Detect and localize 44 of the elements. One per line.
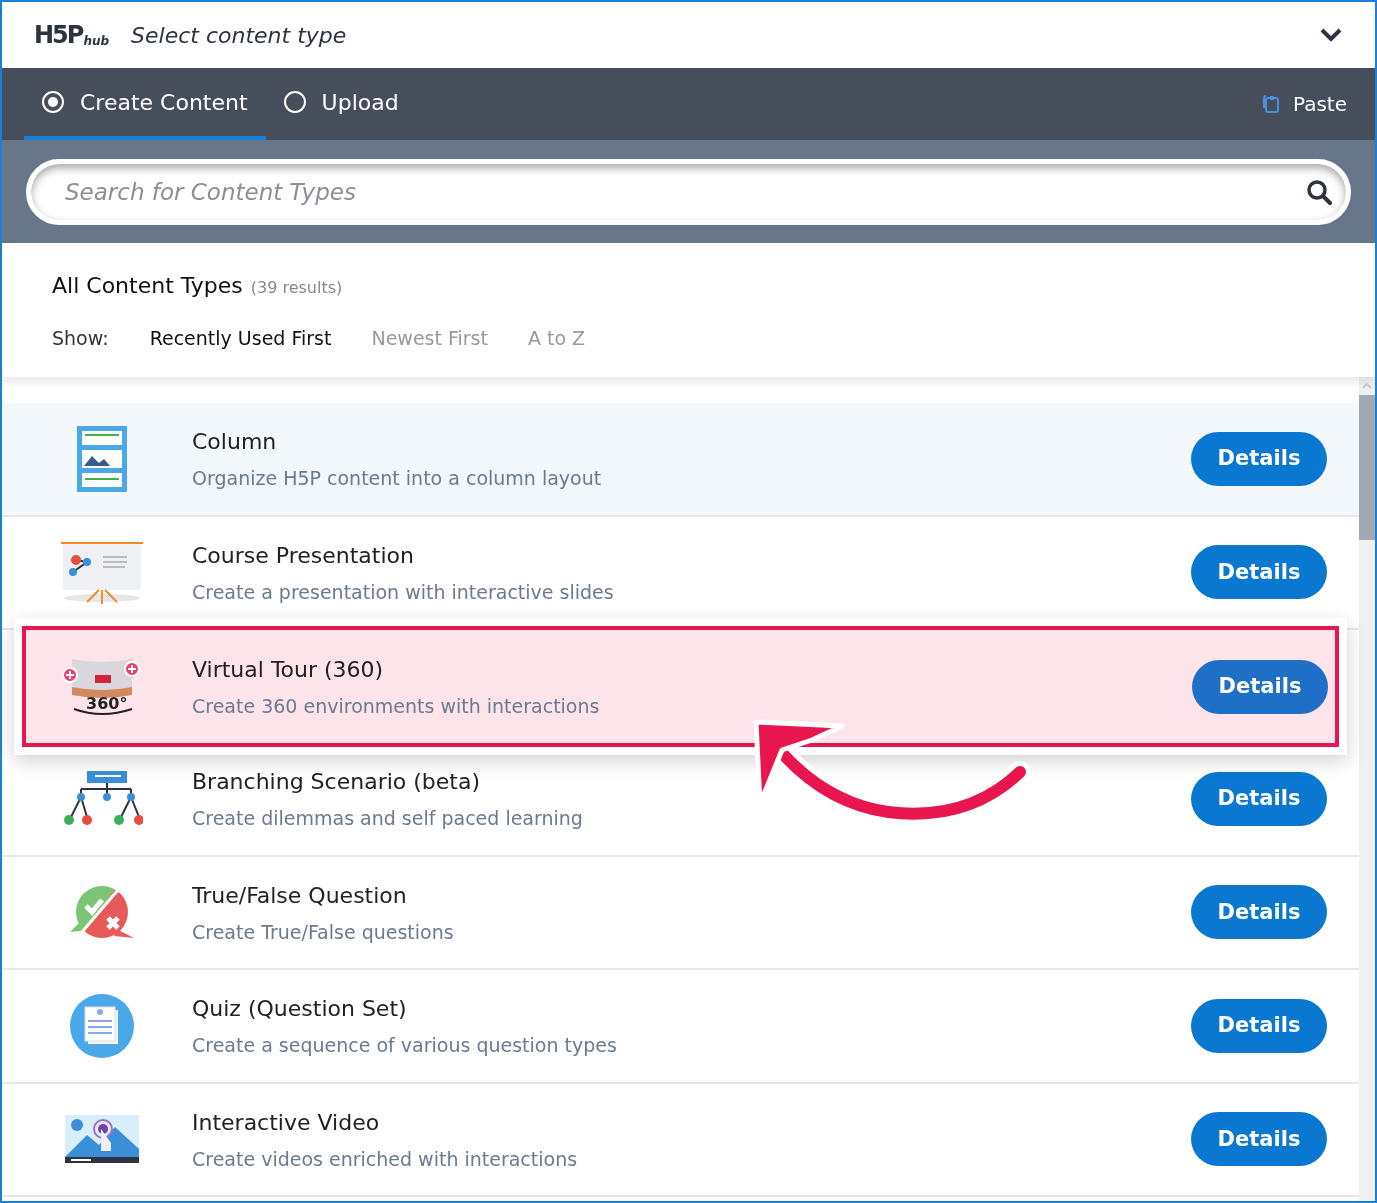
content-type-title: Quiz (Question Set)	[192, 995, 408, 1023]
content-type-title: True/False Question	[192, 881, 408, 910]
content-type-description: Create a presentation with interactive slides	[192, 579, 615, 605]
radio-icon	[283, 91, 306, 113]
sort-option[interactable]: Recently Used First	[149, 324, 332, 353]
section-heading: All Content Types	[52, 272, 243, 300]
scrollbar[interactable]	[1359, 377, 1375, 1201]
content-type-description: Create a sequence of various question types	[192, 1033, 618, 1058]
content-type-description: Organize H5P content into a column layout	[192, 466, 603, 491]
scroll-up-icon[interactable]	[1362, 383, 1372, 389]
details-button[interactable]: Details	[1192, 659, 1328, 714]
column-icon	[77, 425, 127, 492]
details-button[interactable]: Details	[1191, 885, 1327, 940]
scrollbar-thumb[interactable]	[1359, 395, 1375, 540]
content-type-title: Virtual Tour (360)	[192, 655, 385, 684]
details-button[interactable]: Details	[1191, 431, 1327, 486]
details-button[interactable]: Details	[1191, 545, 1327, 600]
details-button[interactable]: Details	[1191, 1112, 1327, 1167]
quiz-icon	[70, 993, 134, 1058]
content-type-description: Create dilemmas and self paced learning	[192, 806, 584, 831]
content-type-title: Column	[192, 428, 278, 456]
content-type-title: Interactive Video	[192, 1108, 381, 1137]
content-type-description: Create True/False questions	[192, 919, 455, 945]
content-type-description: Create 360 environments with interactions	[192, 693, 601, 719]
search-icon[interactable]	[1306, 178, 1332, 205]
logo-text: H5P	[34, 23, 83, 47]
details-button[interactable]: Details	[1191, 771, 1327, 826]
sort-label: Show:	[52, 326, 109, 351]
details-button[interactable]: Details	[1191, 998, 1327, 1053]
result-count: (39 results)	[250, 277, 343, 299]
content-type-title: Branching Scenario (beta)	[192, 768, 482, 796]
paste-button[interactable]: Paste	[1261, 68, 1353, 140]
content-type-title: Course Presentation	[192, 541, 415, 570]
clipboard-icon	[1261, 94, 1281, 114]
logo-suffix: hub	[83, 35, 110, 47]
video-icon	[65, 1115, 139, 1164]
content-type-row[interactable]: Column Organize H5P content into a column layout Details	[2, 403, 1359, 517]
radio-icon	[42, 91, 64, 113]
branching-icon	[61, 770, 143, 827]
content-type-description: Create videos enriched with interactions	[192, 1146, 579, 1172]
tab[interactable]: Upload	[265, 68, 417, 140]
panel-title: Select content type	[131, 21, 348, 50]
presentation-icon	[61, 540, 143, 605]
search-field[interactable]: Search for Content Types	[26, 158, 1351, 225]
